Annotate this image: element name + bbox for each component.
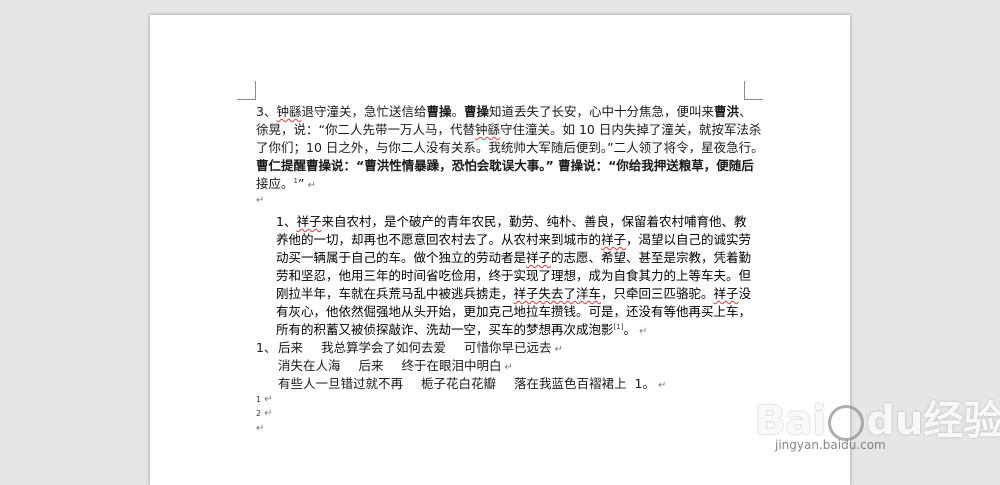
spell-error: 祥子失去了洋车 — [513, 286, 602, 301]
empty-line: ↵ — [256, 191, 752, 209]
spell-error: 钟繇 — [474, 122, 500, 137]
paragraph-1-line: 3、钟繇退守潼关，急忙送信给曹操。曹操知道丢失了长安，心中十分焦急，便叫来曹洪、 — [256, 104, 752, 119]
empty-line: ↵ — [256, 423, 264, 434]
baidu-jingyan-watermark: Bai du经验 jingyan.baidu.com — [755, 388, 1000, 458]
paragraph-mark-icon: ↵ — [256, 423, 265, 434]
paragraph-2[interactable]: 1、祥子来自农村，是个破产的青年农民，勤劳、纯朴、善良，保留着农村哺育他、教 养… — [276, 211, 752, 337]
watermark-url: jingyan.baidu.com — [775, 438, 886, 452]
document-page[interactable]: 3、钟繇退守潼关，急忙送信给曹操。曹操知道丢失了长安，心中十分焦急，便叫来曹洪、… — [150, 15, 850, 485]
list-item: 有些人一旦错过就不再 栀子花白花瓣 落在我蓝色百褶裙上 1。 ↵ — [278, 376, 667, 391]
paragraph-2-line: 有灰心，他依然倔强地从头开始，更加克己地拉车攒钱。可是，还没有等他再买上车， — [276, 304, 752, 319]
paragraph-mark-icon: ↵ — [658, 380, 667, 391]
spell-error: 祥子 — [296, 214, 322, 229]
paragraph-2-line: 刚拉半年，车就在兵荒马乱中被逃兵掳走，祥子失去了洋车，只牵回三匹骆驼。祥子没 — [276, 286, 752, 301]
paragraph-mark-icon: ↵ — [256, 195, 265, 206]
paragraph-2-line: 动买一辆属于自己的车。做个独立的劳动者是祥子的志愿、希望、甚至是宗教，凭着勤 — [276, 250, 752, 265]
paragraph-mark-icon: ↵ — [307, 180, 316, 191]
list-item: 消失在人海 后来 终于在眼泪中明白 ↵ — [278, 358, 513, 373]
paragraph-2-line: 养他的一切，却再也不愿意回农村去了。从农村来到城市的祥子，渴望以自己的诚实劳 — [276, 232, 752, 247]
paragraph-mark-icon: ↵ — [264, 394, 273, 405]
footnote-ref[interactable]: [1] — [614, 323, 624, 331]
paragraph-1[interactable]: 3、钟繇退守潼关，急忙送信给曹操。曹操知道丢失了长安，心中十分焦急，便叫来曹洪、… — [256, 101, 764, 209]
lyrics-list[interactable]: 1、 后来 我总算学会了如何去爱 可惜你早已远去 ↵ 消失在人海 后来 终于在眼泪中明白 ↵ … — [256, 337, 666, 391]
crop-mark-top-left — [237, 81, 256, 100]
paragraph-2-line: 所有的积蓄又被侦探敲诈、洗劫一空，买车的梦想再次成泡影[1]。 ↵ — [276, 322, 648, 337]
paragraph-mark-icon: ↵ — [554, 344, 563, 355]
paragraph-1-line: 了你们；10 日之外，与你二人没有关系。我统帅大军随后便到。”二人领了将令，星夜… — [256, 140, 764, 155]
paragraph-mark-icon: ↵ — [504, 362, 513, 373]
paragraph-1-line: 曹仁提醒曹操说：“曹洪性情暴躁，恐怕会耽误大事。” 曹操说：“你给我押送粮草，便… — [256, 158, 754, 173]
spell-error: 祥子 — [526, 250, 552, 265]
paragraph-1-line: 徐晃，说：“你二人先带一万人马，代替钟繇守住潼关。如 10 日内失掉了潼关，就按… — [256, 122, 762, 137]
spell-error: 祥子 — [601, 232, 627, 247]
footnote-2[interactable]: 2 ↵ — [256, 408, 272, 419]
footnote-1[interactable]: 1 ↵ — [256, 394, 272, 405]
spell-error: 祥子 — [713, 286, 739, 301]
paragraph-1-line: 接应。1” ↵ — [256, 176, 316, 191]
paragraph-mark-icon: ↵ — [264, 408, 273, 419]
paragraph-mark-icon: ↵ — [638, 326, 648, 337]
paragraph-2-line: 劳和坚忍，他用三年的时间省吃俭用，终于实现了理想，成为自食其力的上等车夫。但 — [276, 268, 752, 283]
crop-mark-top-right — [744, 81, 763, 100]
paragraph-2-line: 1、祥子来自农村，是个破产的青年农民，勤劳、纯朴、善良，保留着农村哺育他、教 — [276, 214, 747, 229]
paw-icon — [828, 405, 865, 441]
spell-error: 钟繇 — [276, 104, 302, 119]
list-item: 1、 后来 我总算学会了如何去爱 可惜你早已远去 ↵ — [256, 340, 563, 355]
